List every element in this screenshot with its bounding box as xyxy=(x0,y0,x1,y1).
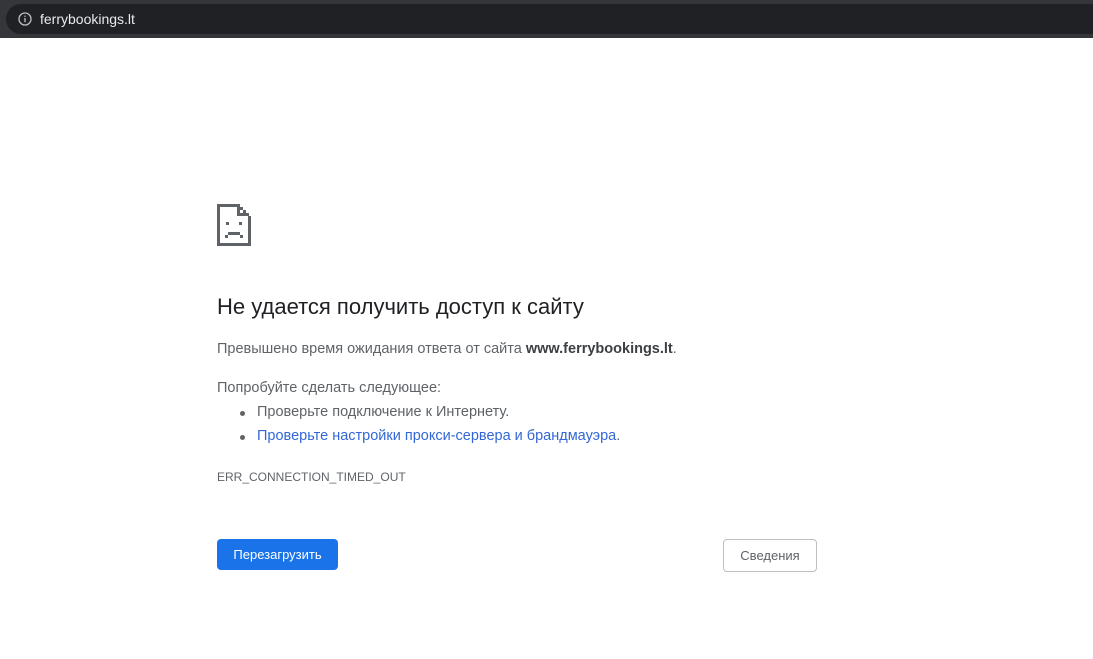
suggestion-check-proxy: Проверьте настройки прокси-сервера и бра… xyxy=(217,428,620,452)
browser-toolbar: ferrybookings.lt xyxy=(0,0,1093,38)
suggestion-check-connection: Проверьте подключение к Интернету. xyxy=(217,404,620,428)
reload-button[interactable]: Перезагрузить xyxy=(217,539,338,570)
sad-page-icon xyxy=(217,204,251,246)
page-title: Не удается получить доступ к сайту xyxy=(217,294,584,319)
description-host: www.ferrybookings.lt xyxy=(525,341,673,357)
details-button[interactable]: Сведения xyxy=(723,539,817,572)
description-suffix: . xyxy=(672,341,677,357)
suggestion-suffix: . xyxy=(616,428,621,444)
error-description: Превышено время ожидания ответа от сайта… xyxy=(217,341,917,357)
error-code: ERR_CONNECTION_TIMED_OUT xyxy=(217,470,406,484)
proxy-settings-link[interactable]: Проверьте настройки прокси-сервера и бра… xyxy=(257,428,616,444)
address-bar[interactable]: ferrybookings.lt xyxy=(6,4,1093,34)
description-text: Превышено время ожидания ответа от сайта xyxy=(217,341,526,357)
info-icon[interactable] xyxy=(18,12,32,26)
suggestions-list: Проверьте подключение к Интернету. Прове… xyxy=(217,404,620,452)
url-text[interactable]: ferrybookings.lt xyxy=(40,11,135,27)
suggestions-heading: Попробуйте сделать следующее: xyxy=(217,380,442,396)
